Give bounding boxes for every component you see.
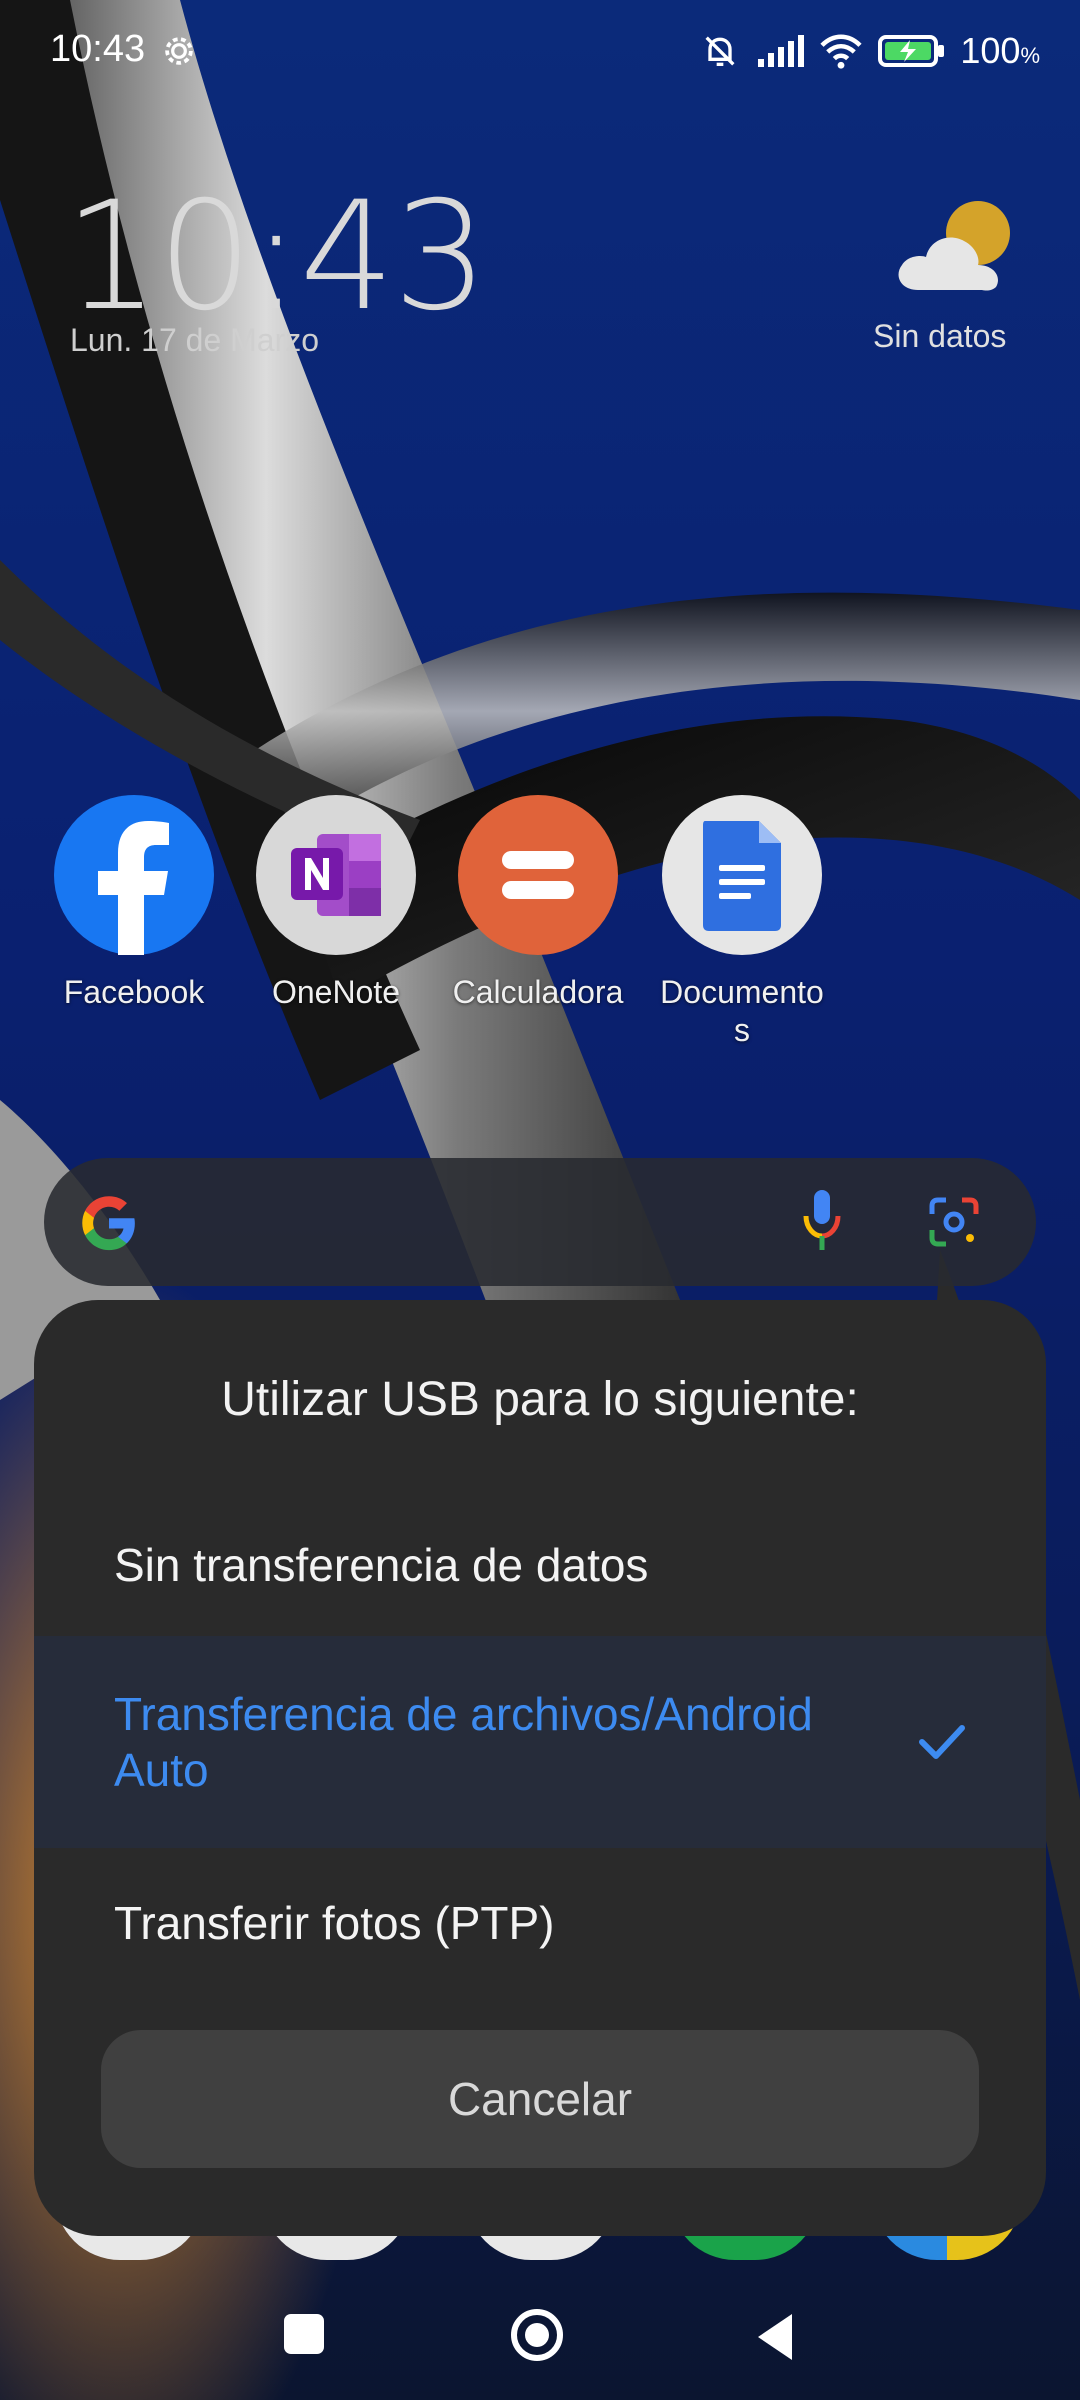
app-documentos[interactable]: Documento s (642, 795, 842, 1049)
status-time: 10:43 (50, 28, 146, 70)
signal-icon (758, 35, 805, 67)
docs-icon (662, 795, 822, 955)
battery-percent: 100% (960, 30, 1040, 71)
clock-widget-time[interactable]: 10:43 (64, 170, 488, 344)
option-file-transfer-android-auto[interactable]: Transferencia de archivos/Android Auto (34, 1636, 1046, 1848)
battery-charging-icon (878, 35, 945, 67)
clock-widget-date: Lun. 17 de Marzo (70, 322, 320, 358)
mute-icon (705, 36, 735, 66)
option-no-data-transfer[interactable]: Sin transferencia de datos (34, 1495, 1046, 1635)
status-bar: 10:43 100% (0, 0, 1080, 105)
settings-gear-icon (165, 37, 193, 65)
weather-status[interactable]: Sin datos (873, 318, 1006, 355)
app-onenote[interactable]: OneNote (236, 795, 436, 1011)
home-circle-icon[interactable] (510, 2308, 564, 2362)
app-calculadora[interactable]: Calculadora (438, 795, 638, 1011)
back-triangle-icon[interactable] (752, 2310, 800, 2364)
checkmark-icon (919, 1725, 965, 1759)
app-label: Facebook (63, 974, 205, 1010)
recents-square-icon[interactable] (284, 2314, 324, 2354)
app-label: OneNote (271, 974, 401, 1010)
option-label: Transferencia de archivos/Android Auto (114, 1688, 813, 1796)
option-label: Transferir fotos (PTP) (114, 1897, 555, 1949)
calculator-icon (458, 795, 618, 955)
app-label: Calculadora (452, 974, 624, 1010)
option-label: Sin transferencia de datos (114, 1539, 649, 1591)
cancel-button[interactable]: Cancelar (101, 2030, 979, 2168)
dialog-title: Utilizar USB para lo siguiente: (221, 1373, 859, 1426)
google-g-icon (82, 1196, 135, 1251)
partly-cloudy-icon[interactable] (890, 195, 1020, 305)
usb-options-dialog: Utilizar USB para lo siguiente: Sin tran… (34, 1300, 1046, 2236)
wifi-icon (820, 34, 862, 69)
facebook-icon (54, 795, 214, 955)
onenote-icon (256, 795, 416, 955)
app-label: Documento s (660, 974, 824, 1048)
option-transfer-photos-ptp[interactable]: Transferir fotos (PTP) (34, 1848, 1046, 1998)
microphone-icon[interactable] (798, 1186, 846, 1256)
google-lens-icon[interactable] (926, 1194, 982, 1250)
app-facebook[interactable]: Facebook (34, 795, 234, 1011)
google-search-bar[interactable] (44, 1158, 1036, 1286)
